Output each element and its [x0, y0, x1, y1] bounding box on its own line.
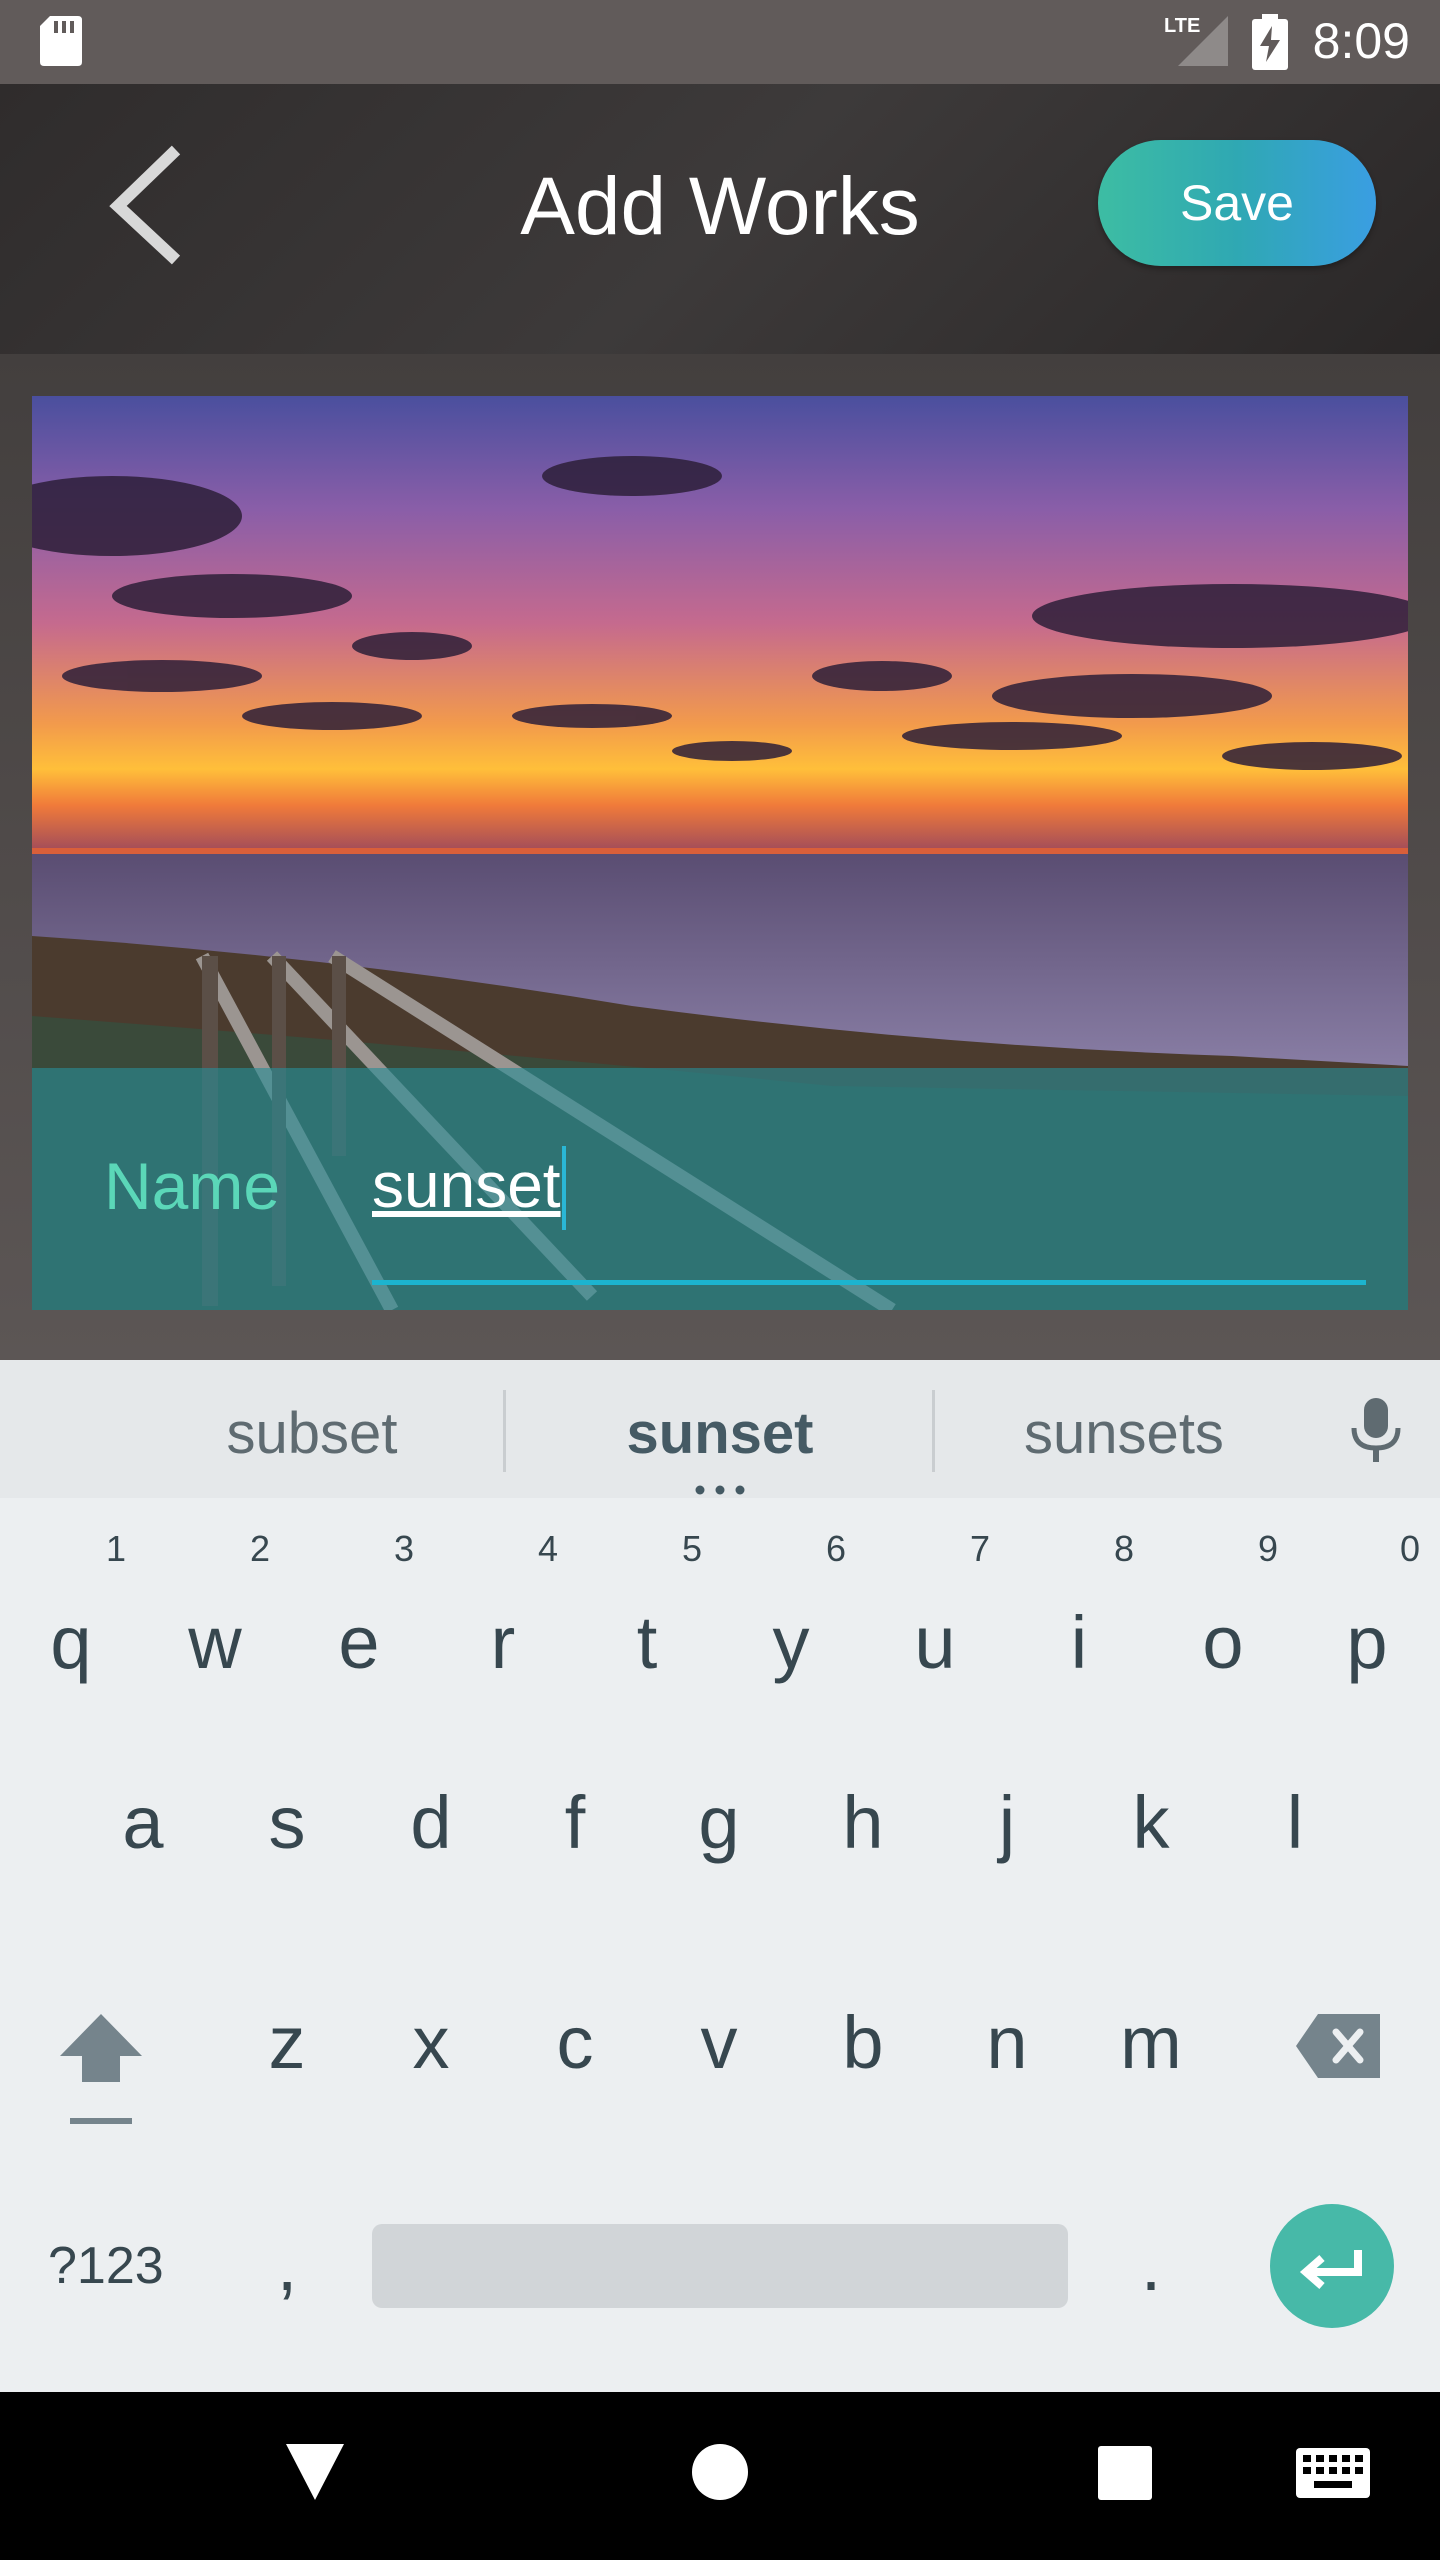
key-l[interactable]: l	[1240, 1780, 1350, 1865]
key-c[interactable]: c	[520, 2000, 630, 2085]
key-j[interactable]: j	[952, 1780, 1062, 1865]
key-period[interactable]: .	[1096, 2222, 1206, 2307]
key-g[interactable]: g	[664, 1780, 774, 1865]
nav-back-icon[interactable]	[286, 2444, 344, 2500]
lte-signal-icon: LTE	[1164, 15, 1228, 66]
suggestion-sunsets[interactable]: sunsets	[994, 1400, 1254, 1467]
suggestion-more-dots	[694, 1482, 746, 1495]
key-p[interactable]: p	[1312, 1600, 1422, 1685]
battery-charging-icon	[1252, 14, 1288, 70]
hint-4: 4	[538, 1528, 559, 1569]
status-time: 8:09	[1312, 13, 1410, 69]
key-b[interactable]: b	[808, 2000, 918, 2085]
nav-home-icon[interactable]	[692, 2444, 748, 2500]
key-t[interactable]: t	[592, 1600, 702, 1685]
key-s[interactable]: s	[232, 1780, 342, 1865]
keyboard-switch-icon[interactable]	[1296, 2448, 1370, 2498]
key-i[interactable]: i	[1024, 1600, 1134, 1685]
hint-0: 0	[1400, 1528, 1421, 1569]
key-a[interactable]: a	[88, 1780, 198, 1865]
suggestion-divider	[503, 1390, 506, 1472]
key-o[interactable]: o	[1168, 1600, 1278, 1685]
microphone-icon[interactable]	[1346, 1396, 1406, 1466]
hint-8: 8	[1114, 1528, 1135, 1569]
key-k[interactable]: k	[1096, 1780, 1206, 1865]
backspace-icon[interactable]	[1296, 2014, 1380, 2078]
suggestion-subset[interactable]: subset	[182, 1400, 442, 1467]
key-u[interactable]: u	[880, 1600, 990, 1685]
key-m[interactable]: m	[1096, 2000, 1206, 2085]
key-q[interactable]: q	[16, 1600, 126, 1685]
svg-text:LTE: LTE	[1164, 15, 1200, 37]
key-n[interactable]: n	[952, 2000, 1062, 2085]
key-d[interactable]: d	[376, 1780, 486, 1865]
key-y[interactable]: y	[736, 1600, 846, 1685]
symbols-key[interactable]: ?123	[48, 2236, 178, 2296]
hint-7: 7	[970, 1528, 991, 1569]
suggestion-sunset[interactable]: sunset	[590, 1400, 850, 1467]
key-r[interactable]: r	[448, 1600, 558, 1685]
key-e[interactable]: e	[304, 1600, 414, 1685]
name-label: Name	[104, 1149, 281, 1223]
key-f[interactable]: f	[520, 1780, 630, 1865]
key-h[interactable]: h	[808, 1780, 918, 1865]
save-button[interactable]: Save	[1098, 140, 1376, 266]
hint-6: 6	[826, 1528, 847, 1569]
key-w[interactable]: w	[160, 1600, 270, 1685]
enter-key[interactable]	[1270, 2204, 1394, 2328]
hint-5: 5	[682, 1528, 703, 1569]
text-caret	[562, 1146, 566, 1230]
hint-9: 9	[1258, 1528, 1279, 1569]
key-z[interactable]: z	[232, 2000, 342, 2085]
key-v[interactable]: v	[664, 2000, 774, 2085]
hint-1: 1	[106, 1528, 127, 1569]
name-input[interactable]: sunset	[372, 1148, 1362, 1228]
nav-recents-icon[interactable]	[1098, 2446, 1152, 2500]
hint-2: 2	[250, 1528, 271, 1569]
space-key[interactable]	[372, 2224, 1068, 2308]
sd-card-icon	[40, 16, 82, 66]
hint-3: 3	[394, 1528, 415, 1569]
enter-arrow-icon	[1299, 2250, 1362, 2290]
key-comma[interactable]: ,	[232, 2222, 342, 2307]
shift-icon[interactable]	[56, 2008, 146, 2128]
suggestion-divider	[932, 1390, 935, 1472]
input-underline	[372, 1280, 1366, 1285]
key-x[interactable]: x	[376, 2000, 486, 2085]
